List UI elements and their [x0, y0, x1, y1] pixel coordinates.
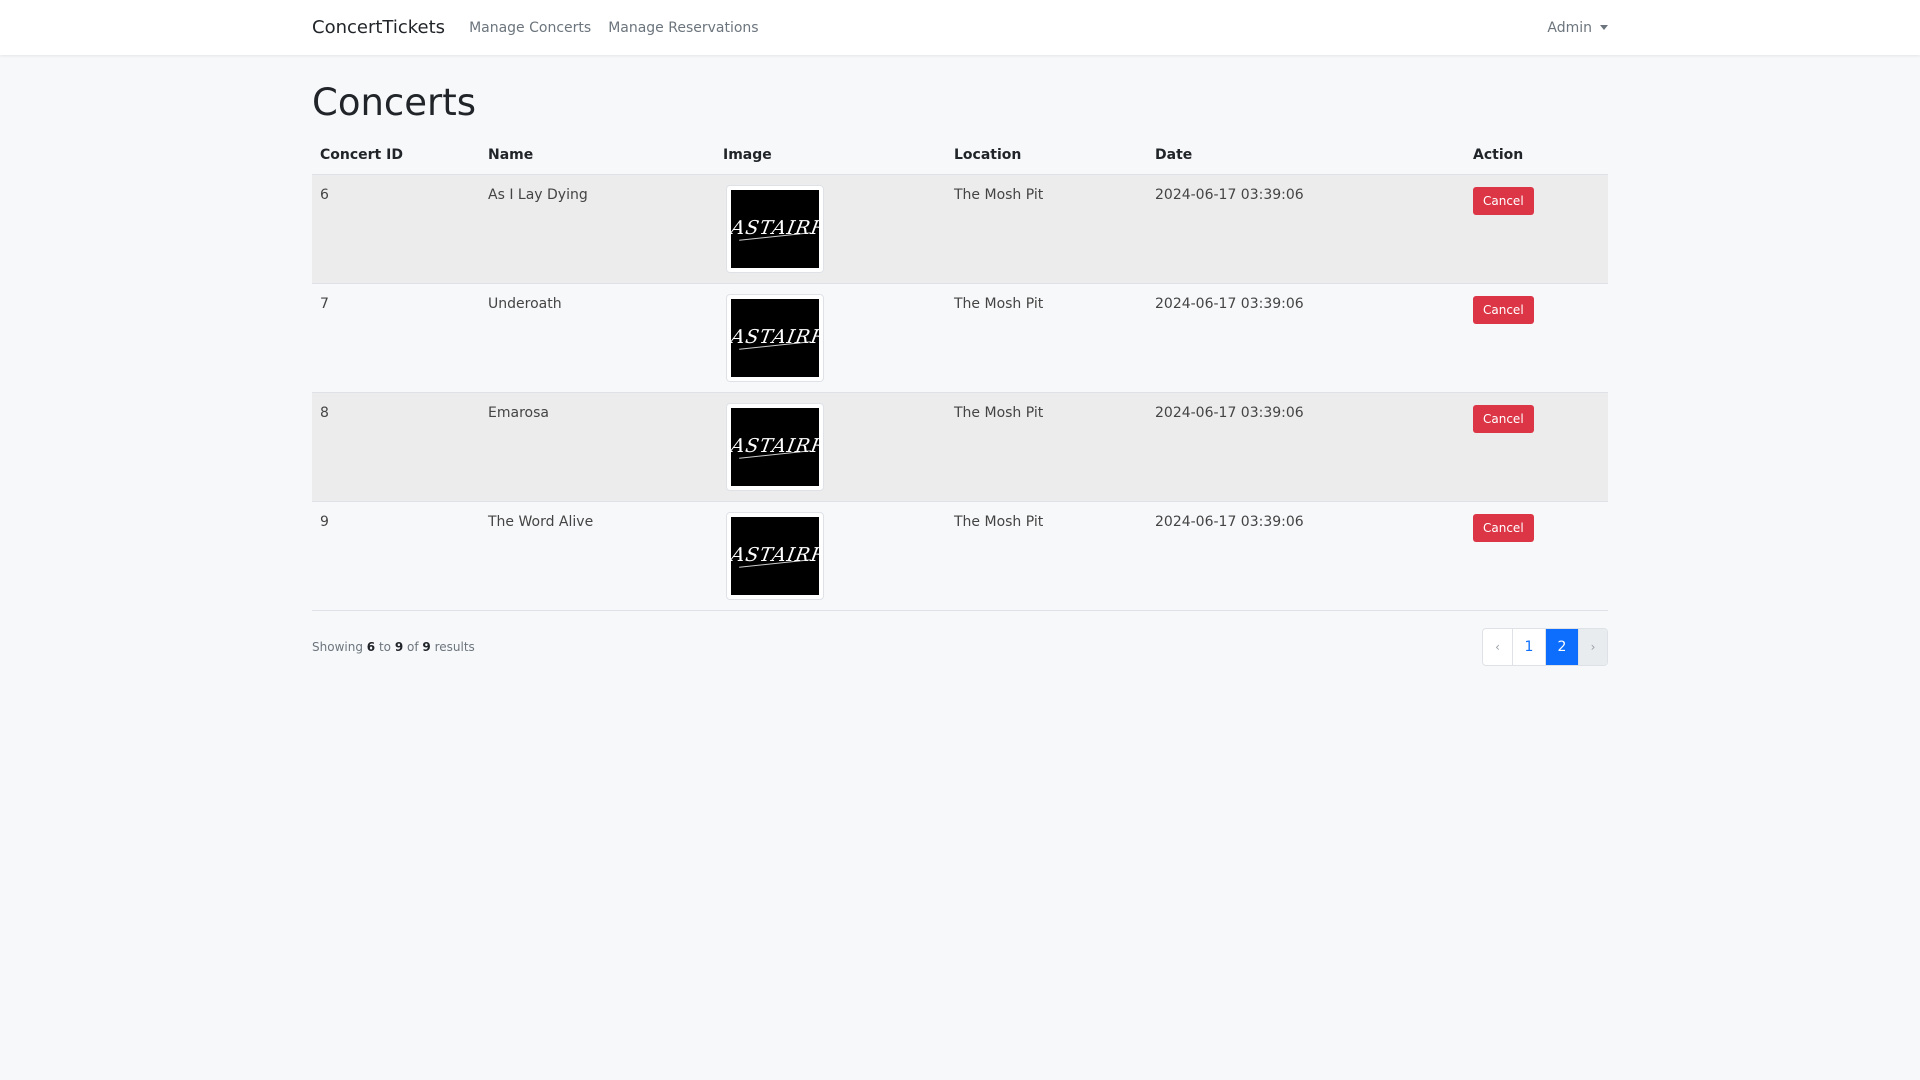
- pagination-page-1[interactable]: 1: [1512, 628, 1545, 665]
- cell-concert-id: 9: [312, 501, 480, 611]
- cell-image: ASTAIRRE: [715, 392, 946, 502]
- main-container: Concerts Concert ID Name Image Location …: [312, 55, 1608, 666]
- results-summary: Showing 6 to 9 of 9 results: [312, 640, 475, 654]
- cell-action: Cancel: [1465, 501, 1608, 611]
- concert-image-thumbnail: ASTAIRRE: [726, 184, 824, 273]
- cell-image: ASTAIRRE: [715, 174, 946, 284]
- cell-date: 2024-06-17 03:39:06: [1147, 174, 1465, 284]
- admin-dropdown-label: Admin: [1547, 19, 1592, 36]
- page-title: Concerts: [312, 81, 477, 124]
- cell-date: 2024-06-17 03:39:06: [1147, 283, 1465, 393]
- cell-concert-id: 8: [312, 392, 480, 502]
- cancel-button[interactable]: Cancel: [1473, 186, 1534, 215]
- cell-action: Cancel: [1465, 174, 1608, 284]
- concert-image-thumbnail: ASTAIRRE: [726, 511, 824, 600]
- pagination-page-2[interactable]: 2: [1545, 628, 1578, 665]
- band-logo-image: ASTAIRRE: [731, 298, 819, 377]
- results-summary-prefix: Showing: [312, 639, 363, 654]
- table-header-row: Concert ID Name Image Location Date Acti…: [312, 136, 1608, 175]
- cell-image: ASTAIRRE: [715, 283, 946, 393]
- cell-name: As I Lay Dying: [480, 174, 715, 284]
- top-navbar: ConcertTickets Manage Concerts Manage Re…: [0, 0, 1920, 55]
- table-row: 8 Emarosa ASTAIRRE The Mosh Pit 2024-06-…: [312, 392, 1608, 502]
- column-header-concert-id: Concert ID: [312, 136, 480, 175]
- cell-name: Underoath: [480, 283, 715, 393]
- cancel-button[interactable]: Cancel: [1473, 404, 1534, 433]
- column-header-image: Image: [715, 136, 946, 175]
- nav-link-manage-reservations[interactable]: Manage Reservations: [608, 20, 758, 36]
- cell-action: Cancel: [1465, 283, 1608, 393]
- admin-dropdown[interactable]: Admin: [1547, 20, 1608, 36]
- pagination-prev-button[interactable]: ‹: [1483, 629, 1512, 665]
- cell-date: 2024-06-17 03:39:06: [1147, 392, 1465, 502]
- brand-link[interactable]: ConcertTickets: [312, 17, 445, 38]
- column-header-location: Location: [946, 136, 1147, 175]
- column-header-action: Action: [1465, 136, 1608, 175]
- concerts-table: Concert ID Name Image Location Date Acti…: [312, 136, 1608, 611]
- results-total: 9: [422, 639, 431, 654]
- results-to-word: to: [378, 639, 391, 654]
- results-suffix: results: [434, 639, 475, 654]
- cell-image: ASTAIRRE: [715, 501, 946, 611]
- cell-location: The Mosh Pit: [946, 283, 1147, 393]
- results-of-word: of: [407, 639, 419, 654]
- caret-down-icon: [1600, 25, 1608, 30]
- results-from: 6: [366, 639, 376, 654]
- cell-location: The Mosh Pit: [946, 501, 1147, 611]
- navbar-container: ConcertTickets Manage Concerts Manage Re…: [312, 0, 1608, 55]
- cell-name: The Word Alive: [480, 501, 715, 611]
- concert-image-thumbnail: ASTAIRRE: [726, 293, 824, 382]
- pagination: ‹ 1 2 ›: [1482, 627, 1608, 666]
- cell-name: Emarosa: [480, 392, 715, 502]
- band-logo-image: ASTAIRRE: [731, 189, 819, 268]
- band-logo-image: ASTAIRRE: [731, 516, 819, 595]
- table-row: 7 Underoath ASTAIRRE The Mosh Pit 2024-0…: [312, 283, 1608, 393]
- cell-location: The Mosh Pit: [946, 392, 1147, 502]
- column-header-name: Name: [480, 136, 715, 175]
- results-to: 9: [394, 639, 404, 654]
- cancel-button[interactable]: Cancel: [1473, 295, 1534, 324]
- table-footer: Showing 6 to 9 of 9 results ‹ 1 2 ›: [312, 627, 1608, 666]
- cell-action: Cancel: [1465, 392, 1608, 502]
- cell-concert-id: 6: [312, 174, 480, 284]
- cell-date: 2024-06-17 03:39:06: [1147, 501, 1465, 611]
- cell-location: The Mosh Pit: [946, 174, 1147, 284]
- cancel-button[interactable]: Cancel: [1473, 513, 1534, 542]
- pagination-next-button[interactable]: ›: [1578, 628, 1607, 665]
- band-logo-image: ASTAIRRE: [731, 407, 819, 486]
- column-header-date: Date: [1147, 136, 1465, 175]
- nav-link-manage-concerts[interactable]: Manage Concerts: [469, 20, 591, 36]
- table-row: 6 As I Lay Dying ASTAIRRE The Mosh Pit 2…: [312, 174, 1608, 284]
- table-row: 9 The Word Alive ASTAIRRE The Mosh Pit 2…: [312, 501, 1608, 611]
- concert-image-thumbnail: ASTAIRRE: [726, 402, 824, 491]
- cell-concert-id: 7: [312, 283, 480, 393]
